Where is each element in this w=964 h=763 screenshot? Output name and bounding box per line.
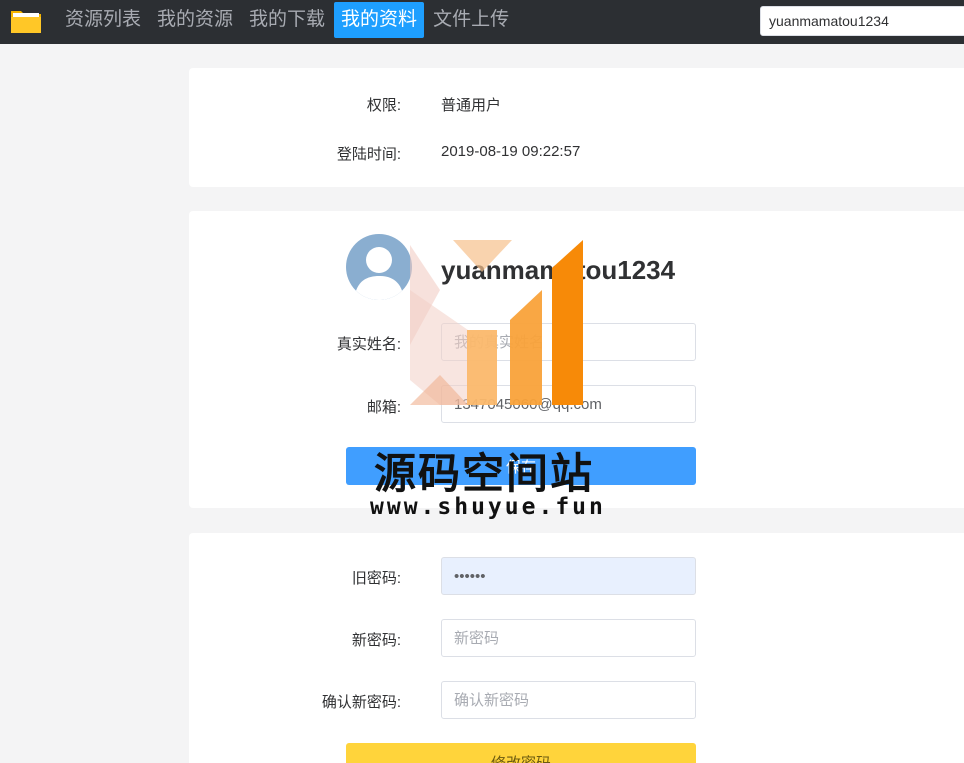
role-value: 普通用户 [441, 97, 502, 114]
confirm-password-input[interactable] [441, 681, 696, 719]
realname-input[interactable] [441, 323, 696, 361]
search-input[interactable] [760, 6, 964, 36]
password-card: 旧密码: 新密码: 确认新密码: 修改密码 [189, 533, 964, 763]
folder-logo-icon[interactable] [10, 7, 42, 35]
nav-item-file-upload[interactable]: 文件上传 [426, 2, 516, 38]
login-time-label: 登陆时间: [336, 146, 401, 163]
save-profile-button[interactable]: 保存 [346, 447, 696, 485]
change-password-button[interactable]: 修改密码 [346, 743, 696, 763]
account-info-card: 权限: 普通用户 登陆时间: 2019-08-19 09:22:57 [189, 68, 964, 187]
nav-item-resource-list[interactable]: 资源列表 [58, 2, 148, 38]
user-silhouette-icon [354, 247, 404, 300]
nav-item-my-profile[interactable]: 我的资料 [334, 2, 425, 38]
profile-card: yuanmamatou1234 真实姓名: 邮箱: 保存 [189, 211, 964, 508]
role-label: 权限: [366, 97, 401, 114]
login-time-value: 2019-08-19 09:22:57 [441, 143, 581, 160]
username-heading: yuanmamatou1234 [441, 255, 676, 285]
confirm-password-label: 确认新密码: [321, 694, 401, 711]
top-nav-bar: 资源列表 我的资源 我的下载 我的资料 文件上传 [0, 0, 964, 44]
new-password-input[interactable] [441, 619, 696, 657]
realname-label: 真实姓名: [336, 336, 401, 353]
email-label: 邮箱: [366, 399, 401, 416]
nav-item-my-resources[interactable]: 我的资源 [150, 2, 240, 38]
email-input[interactable] [441, 385, 696, 423]
avatar [346, 234, 412, 300]
old-password-label: 旧密码: [351, 570, 401, 587]
nav-item-my-downloads[interactable]: 我的下载 [242, 2, 332, 38]
new-password-label: 新密码: [351, 632, 401, 649]
main-nav: 资源列表 我的资源 我的下载 我的资料 文件上传 [58, 2, 518, 38]
old-password-input[interactable] [441, 557, 696, 595]
